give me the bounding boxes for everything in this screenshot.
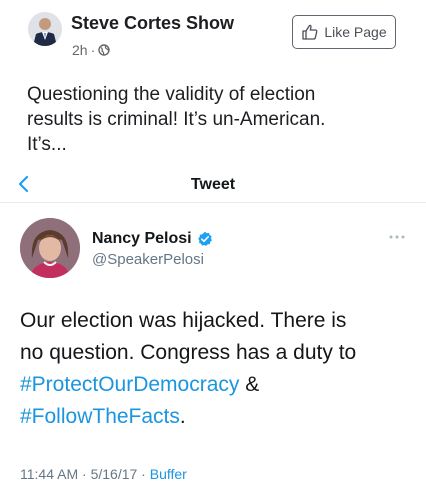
author-avatar[interactable] xyxy=(20,218,80,278)
post-text-line[interactable]: It’s... xyxy=(27,132,387,157)
meta-dot: · xyxy=(78,466,91,482)
hashtag-link[interactable]: #FollowTheFacts xyxy=(20,405,180,428)
author-name[interactable]: Nancy Pelosi xyxy=(92,230,192,248)
tweet-header: Tweet xyxy=(0,168,426,203)
author-name-row: Nancy Pelosi xyxy=(92,230,213,248)
tweet-text-line: Our election was hijacked. There is xyxy=(20,309,347,332)
tweet-text-line: #FollowTheFacts. xyxy=(20,401,420,433)
person-avatar-icon xyxy=(20,218,80,278)
tweet-period: . xyxy=(179,405,186,428)
post-meta: 2h · xyxy=(72,42,110,58)
post-time[interactable]: 2h xyxy=(72,42,88,58)
like-page-label: Like Page xyxy=(324,24,387,40)
ampersand: & xyxy=(239,373,260,396)
thumbs-up-icon xyxy=(302,24,318,40)
post-text-line: Questioning the validity of election xyxy=(27,84,316,105)
person-avatar-icon xyxy=(28,12,62,46)
meta-separator: · xyxy=(90,42,96,58)
globe-icon xyxy=(98,44,110,56)
facebook-post: Steve Cortes Show 2h · Like Page Questio… xyxy=(0,0,426,168)
tweet-text: Our election was hijacked. There is no q… xyxy=(20,305,420,433)
tweet-text-line: no question. Congress has a duty to xyxy=(20,341,357,364)
hashtag-link[interactable]: #ProtectOurDemocracy xyxy=(20,373,239,396)
meta-dot: · xyxy=(137,466,150,482)
post-text-line: results is criminal! It’s un-American. xyxy=(27,109,326,130)
tweet-time: 11:44 AM xyxy=(20,466,79,482)
tweet-meta: 11:44 AM · 5/16/17 · Buffer xyxy=(20,466,187,482)
tweet-date[interactable]: 5/16/17 xyxy=(91,466,138,482)
verified-badge-icon xyxy=(197,231,212,246)
author-handle[interactable]: @SpeakerPelosi xyxy=(92,251,204,268)
page-name[interactable]: Steve Cortes Show xyxy=(71,13,234,34)
tweet-text-line: #ProtectOurDemocracy & xyxy=(20,369,420,401)
more-dots-icon[interactable] xyxy=(388,234,406,240)
page-avatar[interactable] xyxy=(28,12,62,46)
tweet-source-link[interactable]: Buffer xyxy=(150,466,187,482)
like-page-button[interactable]: Like Page xyxy=(292,15,396,49)
tweet-header-title: Tweet xyxy=(190,176,236,193)
post-text: Questioning the validity of election res… xyxy=(27,82,387,157)
